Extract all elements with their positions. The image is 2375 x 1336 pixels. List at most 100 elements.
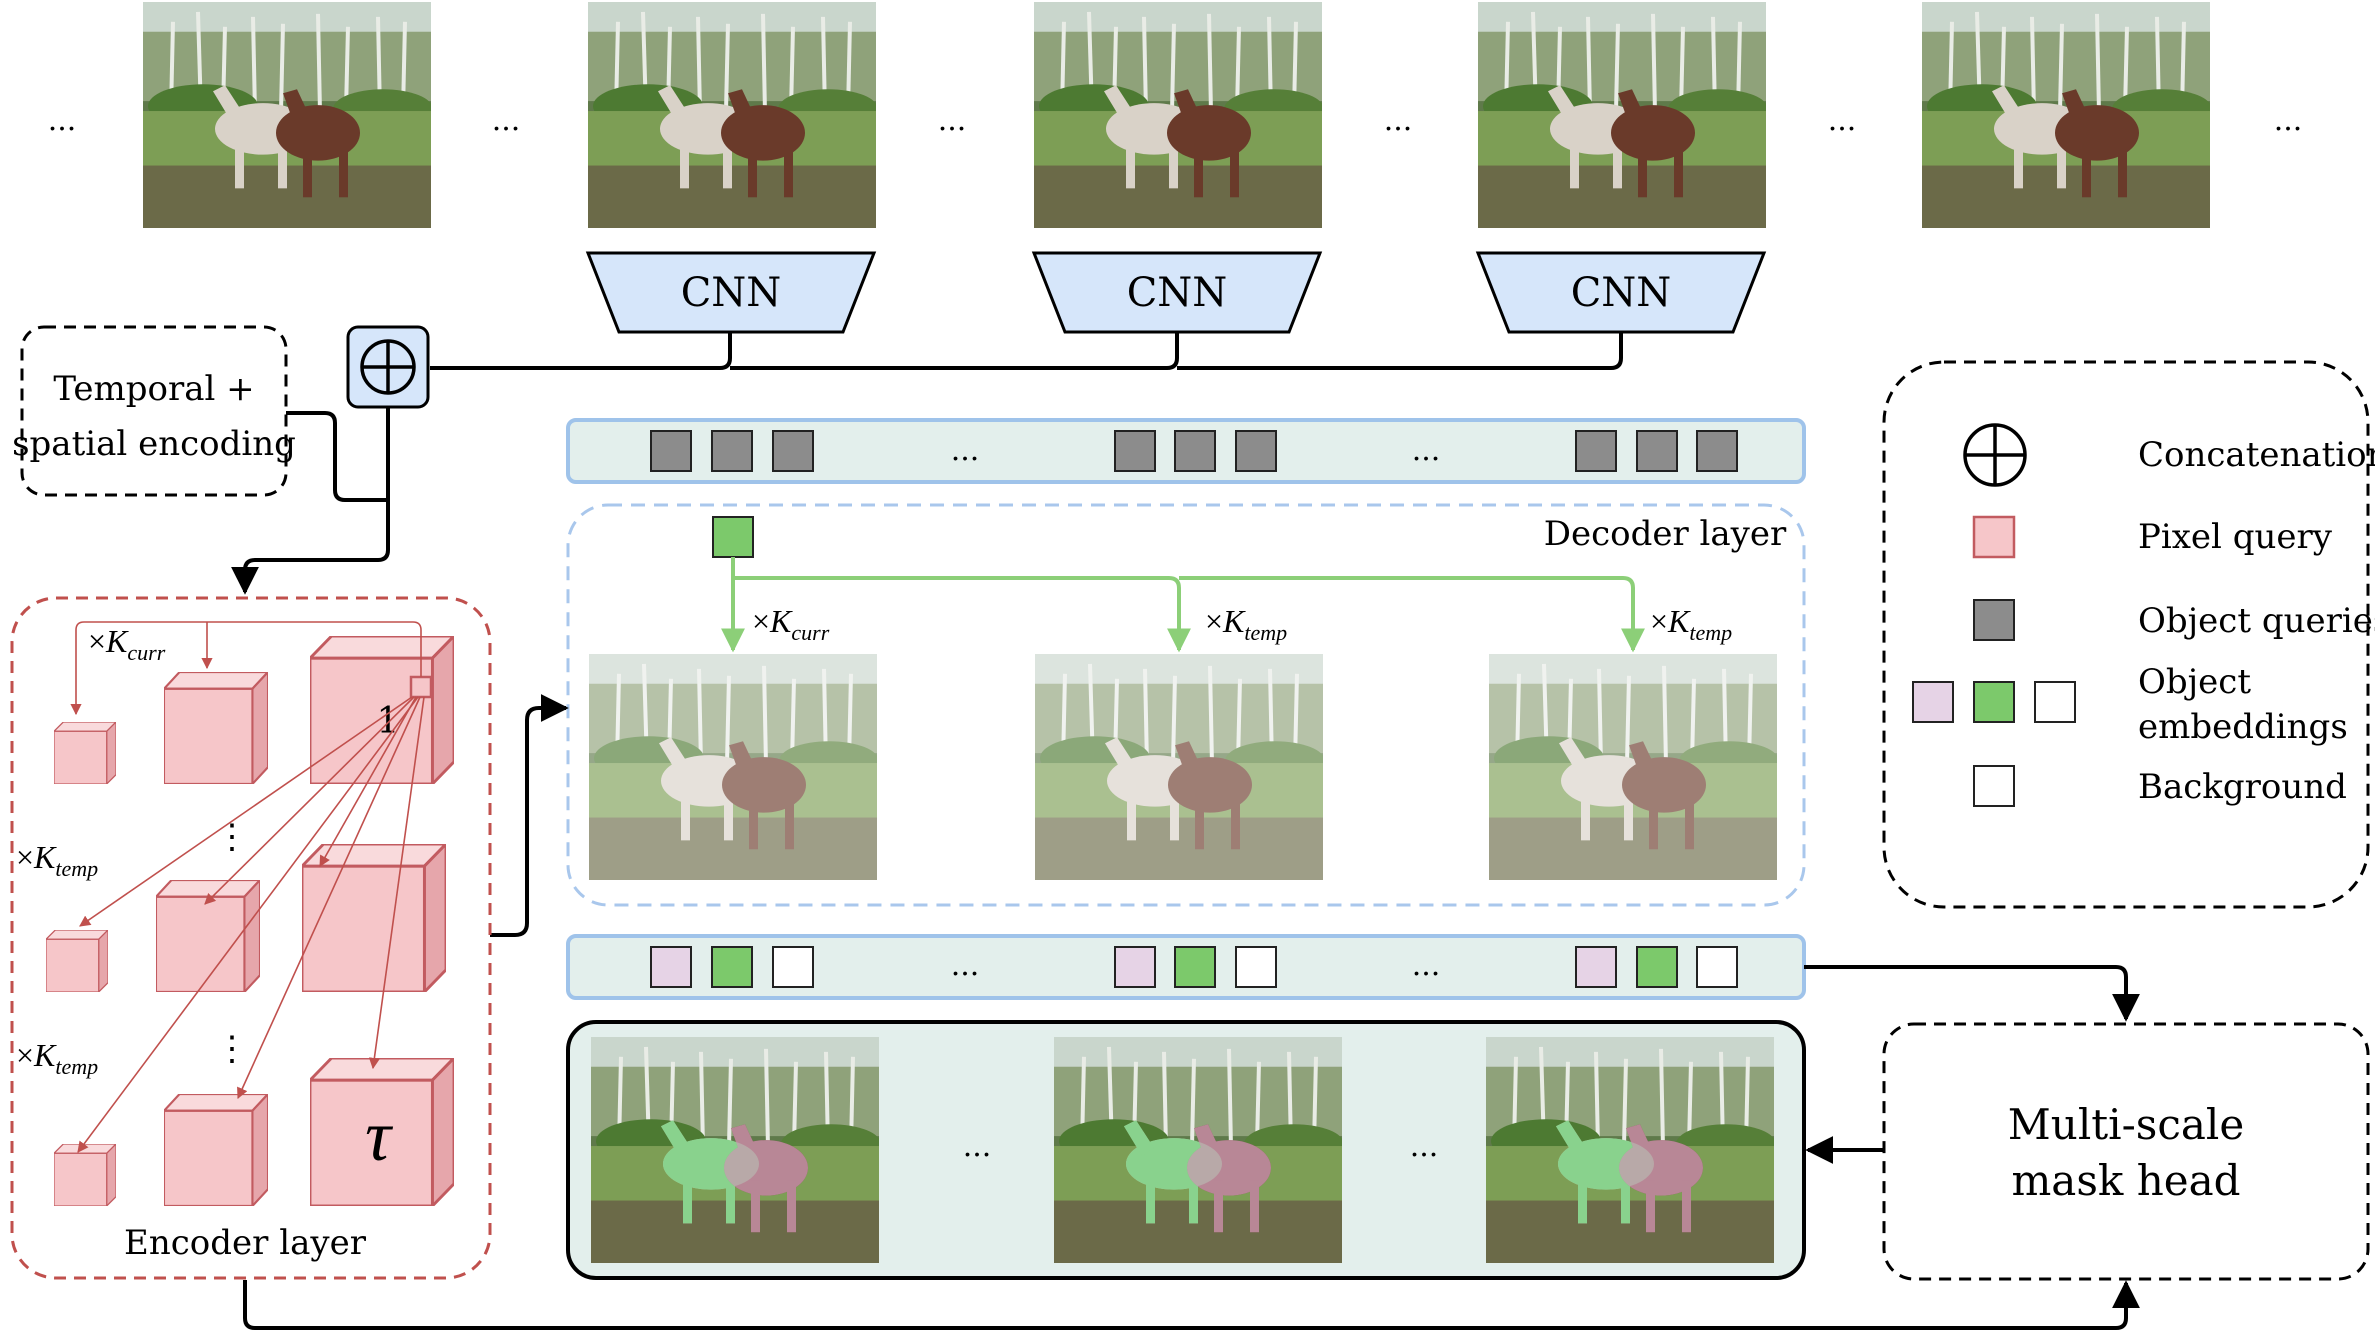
legend-concatenation: Concatenation (2138, 435, 2375, 475)
cnn-connectors (430, 332, 1623, 370)
cnn-label-2: CNN (1127, 270, 1228, 316)
object-query-token (1174, 430, 1216, 472)
decoder-frame-2 (1035, 654, 1325, 880)
output-ellipsis-2: ... (1410, 1129, 1439, 1164)
decoder-ktemp-label-2: ×Ktemp (1650, 603, 1732, 645)
object-query-band: ... ... (566, 418, 1806, 484)
decoder-title: Decoder layer (1544, 514, 1787, 554)
legend-object-query-swatch (1973, 599, 2015, 641)
encoder-layer: 1 τ ⋮ ⋮ ×Kcurr ×Ktemp ×Ktemp Encoder lay… (10, 596, 492, 1280)
object-query-token (650, 430, 692, 472)
object-embedding-token (1575, 946, 1617, 988)
diagram-canvas: ... ... ... ... ... ... CNN CNN CNN Temp… (10, 2, 2375, 1330)
object-embedding-token (650, 946, 692, 988)
object-embedding-token (1174, 946, 1216, 988)
background-token (1235, 946, 1277, 988)
ellipsis-frames-6: ... (2274, 103, 2303, 138)
object-query-token (1696, 430, 1738, 472)
decoder-frame-3 (1489, 654, 1779, 880)
encoding-line-2: spatial encoding (12, 424, 296, 464)
embedding-ellipsis-2: ... (1412, 948, 1441, 983)
encoder-cube-large-2 (302, 844, 446, 992)
mask-head-line-1: Multi-scale (2008, 1100, 2244, 1149)
object-embedding-token (1636, 946, 1678, 988)
svg-text:×Ktemp: ×Ktemp (1650, 603, 1732, 645)
legend-embedding-swatch-green (1973, 681, 2015, 723)
ellipsis-frames-1: ... (48, 103, 77, 138)
input-frame-2 (588, 2, 876, 228)
encoder-cube-medium-1 (164, 672, 268, 784)
input-frame-5 (1922, 2, 2210, 228)
cnn-block-3: CNN (1475, 251, 1767, 334)
legend-concat-icon (1963, 423, 2027, 487)
encoder-vdots-2: ⋮ (215, 1029, 249, 1069)
encoder-to-mask-head-arrow (243, 1280, 2140, 1330)
concat-node (346, 325, 430, 409)
query-ellipsis-2: ... (1412, 433, 1441, 468)
ellipsis-frames-5: ... (1828, 103, 1857, 138)
object-embedding-band: ... ... (566, 934, 1806, 1000)
legend-pixel-query: Pixel query (2138, 517, 2333, 557)
encoder-to-decoder-arrow (490, 694, 569, 937)
mask-head-line-2: mask head (2011, 1156, 2240, 1205)
object-query-token (1636, 430, 1678, 472)
legend-object-embeddings-2: embeddings (2138, 707, 2348, 747)
embedding-ellipsis-1: ... (951, 948, 980, 983)
mask-head-box: Multi-scale mask head (1882, 1022, 2370, 1281)
decoder-layer: Decoder layer ×Kcurr ×Ktemp ×Ktemp (566, 503, 1806, 907)
object-query-token (1114, 430, 1156, 472)
input-frame-4 (1478, 2, 1766, 228)
ellipsis-frames-3: ... (938, 103, 967, 138)
svg-text:×Kcurr: ×Kcurr (752, 603, 830, 645)
encoder-vdots-1: ⋮ (215, 817, 249, 857)
object-query-token (711, 430, 753, 472)
output-mask-frame-2 (1054, 1037, 1344, 1263)
decoder-ktemp-label-1: ×Ktemp (1205, 603, 1287, 645)
cnn-backbones: CNN CNN CNN (585, 251, 1767, 334)
legend-box: Concatenation Pixel query Object queries… (1882, 360, 2375, 909)
cnn-block-2: CNN (1031, 251, 1323, 334)
object-query-token (1575, 430, 1617, 472)
pixel-query-marker (409, 675, 433, 699)
legend-embedding-swatch-white (2034, 681, 2076, 723)
input-frame-row: ... ... ... ... ... ... (48, 2, 2303, 228)
input-frame-1 (143, 2, 431, 228)
encoder-title: Encoder layer (124, 1223, 367, 1263)
svg-text:×Ktemp: ×Ktemp (1205, 603, 1287, 645)
background-token (1696, 946, 1738, 988)
object-query-token (772, 430, 814, 472)
encoder-cube-medium-2 (156, 880, 260, 992)
encoder-cube-small-2 (46, 930, 108, 992)
legend-pixel-query-swatch (1972, 515, 2016, 559)
architecture-diagram: ... ... ... ... ... ... CNN CNN CNN Temp… (0, 0, 2375, 1336)
encoder-cube-medium-3 (164, 1094, 268, 1206)
ellipsis-frames-4: ... (1384, 103, 1413, 138)
encoder-cube-small-1 (54, 722, 116, 784)
cnn-label-3: CNN (1571, 270, 1672, 316)
encoding-line-1: Temporal + (53, 369, 254, 409)
cnn-label-1: CNN (681, 270, 782, 316)
background-token (772, 946, 814, 988)
decoder-object-query (712, 516, 754, 558)
decoder-frame-1 (589, 654, 879, 880)
output-mask-frame-1 (591, 1037, 881, 1263)
ellipsis-frames-2: ... (492, 103, 521, 138)
output-mask-frame-3 (1486, 1037, 1776, 1263)
decoder-kcurr-label: ×Kcurr (752, 603, 830, 645)
tau-symbol: τ (365, 1096, 393, 1176)
object-embedding-token (711, 946, 753, 988)
query-ellipsis-1: ... (951, 433, 980, 468)
output-ellipsis-1: ... (963, 1129, 992, 1164)
legend-background-swatch (1973, 765, 2015, 807)
input-frame-3 (1034, 2, 1322, 228)
legend-background: Background (2138, 767, 2347, 807)
output-mask-panel: ... ... (566, 1020, 1806, 1280)
legend-embedding-swatch-lilac (1912, 681, 1954, 723)
positional-encoding-box: Temporal + spatial encoding (12, 325, 296, 497)
legend-object-queries: Object queries (2138, 601, 2375, 641)
cnn-block-1: CNN (585, 251, 877, 334)
object-query-token (1235, 430, 1277, 472)
encoder-cube-small-3 (54, 1144, 116, 1206)
embeddings-to-mask-head-arrow (1804, 965, 2140, 1022)
object-embedding-token (1114, 946, 1156, 988)
